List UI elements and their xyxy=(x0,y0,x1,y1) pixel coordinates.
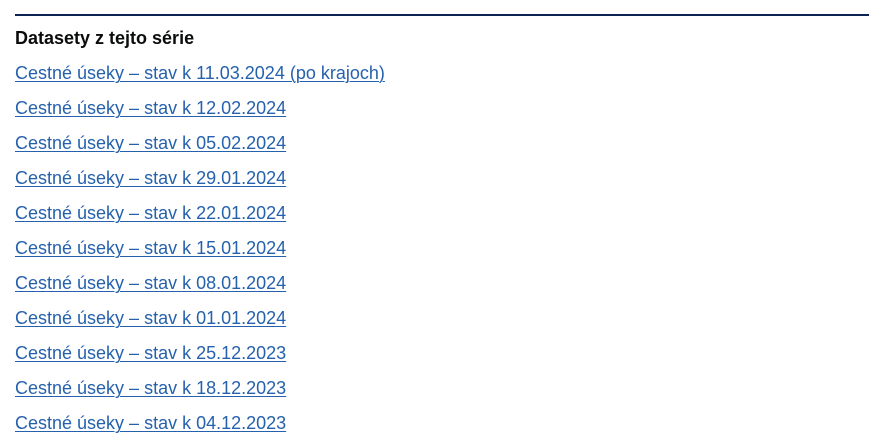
dataset-link[interactable]: Cestné úseky – stav k 04.12.2023 xyxy=(15,413,286,433)
dataset-link[interactable]: Cestné úseky – stav k 08.01.2024 xyxy=(15,273,286,293)
dataset-link[interactable]: Cestné úseky – stav k 22.01.2024 xyxy=(15,203,286,223)
dataset-link[interactable]: Cestné úseky – stav k 15.01.2024 xyxy=(15,238,286,258)
dataset-link[interactable]: Cestné úseky – stav k 25.12.2023 xyxy=(15,343,286,363)
list-item: Cestné úseky – stav k 05.02.2024 xyxy=(15,131,385,166)
dataset-link[interactable]: Cestné úseky – stav k 29.01.2024 xyxy=(15,168,286,188)
list-item: Cestné úseky – stav k 08.01.2024 xyxy=(15,271,385,306)
list-item: Cestné úseky – stav k 18.12.2023 xyxy=(15,376,385,411)
dataset-link[interactable]: Cestné úseky – stav k 11.03.2024 (po kra… xyxy=(15,63,385,83)
dataset-link[interactable]: Cestné úseky – stav k 18.12.2023 xyxy=(15,378,286,398)
list-item: Cestné úseky – stav k 01.01.2024 xyxy=(15,306,385,341)
list-item: Cestné úseky – stav k 15.01.2024 xyxy=(15,236,385,271)
list-item: Cestné úseky – stav k 12.02.2024 xyxy=(15,96,385,131)
list-item: Cestné úseky – stav k 11.03.2024 (po kra… xyxy=(15,61,385,96)
dataset-link[interactable]: Cestné úseky – stav k 01.01.2024 xyxy=(15,308,286,328)
list-item: Cestné úseky – stav k 04.12.2023 xyxy=(15,411,385,446)
section-divider xyxy=(15,14,869,16)
section-heading: Datasety z tejto série xyxy=(15,28,195,48)
dataset-link[interactable]: Cestné úseky – stav k 05.02.2024 xyxy=(15,133,286,153)
list-item: Cestné úseky – stav k 29.01.2024 xyxy=(15,166,385,201)
dataset-link-list: Cestné úseky – stav k 11.03.2024 (po kra… xyxy=(15,61,385,446)
list-item: Cestné úseky – stav k 25.12.2023 xyxy=(15,341,385,376)
list-item: Cestné úseky – stav k 22.01.2024 xyxy=(15,201,385,236)
dataset-link[interactable]: Cestné úseky – stav k 12.02.2024 xyxy=(15,98,286,118)
